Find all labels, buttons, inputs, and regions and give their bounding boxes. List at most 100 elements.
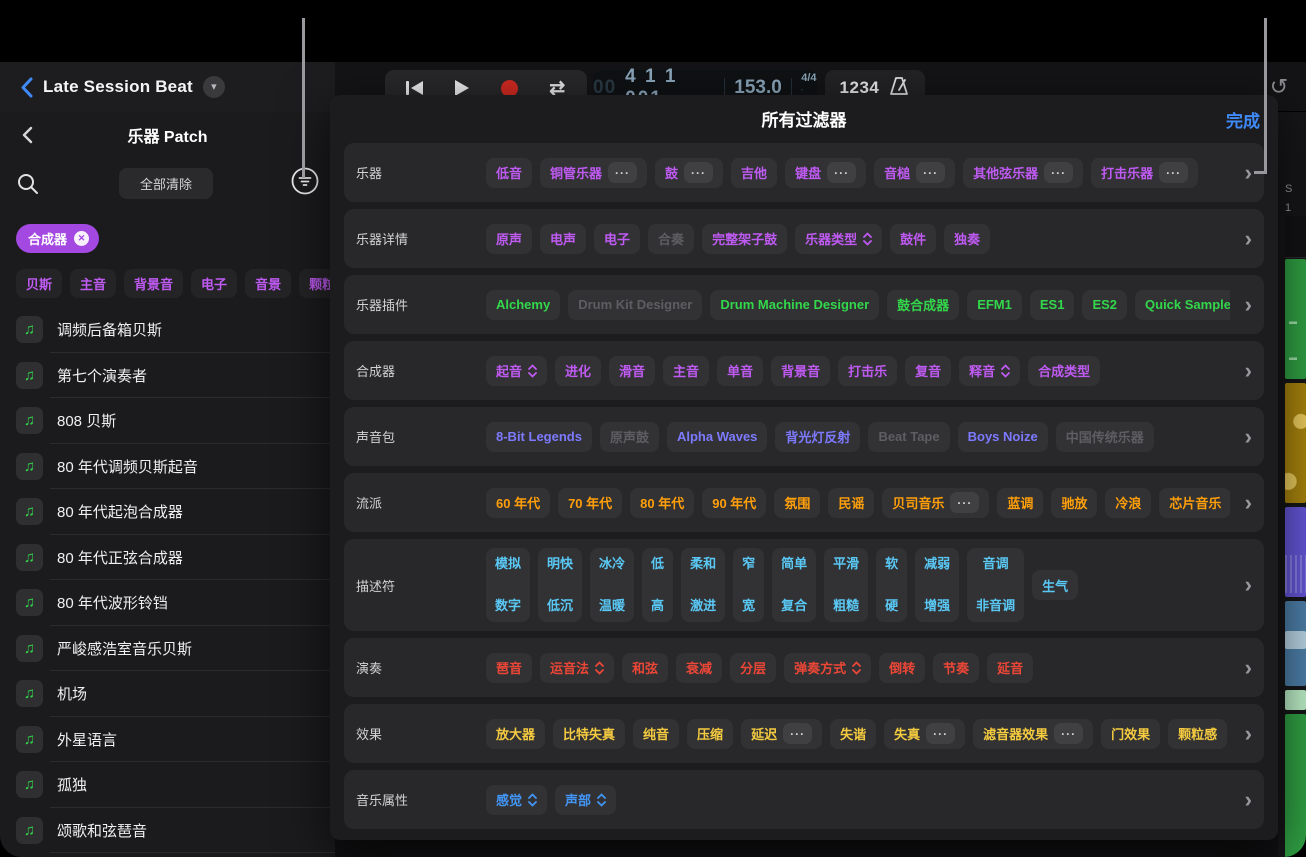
patch-list-item[interactable]: ♫调频后备箱贝斯 xyxy=(0,307,335,353)
filter-chip[interactable]: ES1 xyxy=(1030,290,1075,320)
filter-chip[interactable]: EFM1 xyxy=(967,290,1022,320)
filter-chip[interactable]: 8-Bit Legends xyxy=(486,422,592,452)
project-menu-button[interactable]: ▾ xyxy=(203,76,225,98)
filter-chip-pair[interactable]: 简单复合 xyxy=(772,548,816,622)
filter-chip[interactable]: Alchemy xyxy=(486,290,560,320)
filter-chip[interactable]: 分层 xyxy=(730,653,776,683)
filter-chip[interactable]: 完整架子鼓 xyxy=(702,224,787,254)
row-detail-chevron-icon[interactable]: › xyxy=(1245,426,1252,448)
filter-chip-pair[interactable]: 明快低沉 xyxy=(538,548,582,622)
more-options-icon[interactable]: ··· xyxy=(1054,723,1083,744)
filter-chip[interactable]: 延音 xyxy=(987,653,1033,683)
filter-chip[interactable]: 衰减 xyxy=(676,653,722,683)
filter-chip[interactable]: Alpha Waves xyxy=(667,422,767,452)
row-detail-chevron-icon[interactable]: › xyxy=(1245,492,1252,514)
sidebar-tag-chip[interactable]: 电子 xyxy=(191,269,237,298)
sidebar-tag-chip[interactable]: 贝斯 xyxy=(16,269,62,298)
filter-chip[interactable]: Beat Tape xyxy=(868,422,949,452)
more-options-icon[interactable]: ··· xyxy=(827,162,856,183)
filter-chip[interactable]: 冷浪 xyxy=(1105,488,1151,518)
filter-chip[interactable]: 失真··· xyxy=(884,719,965,749)
filter-chip[interactable]: 延迟··· xyxy=(741,719,822,749)
filter-chip[interactable]: 60 年代 xyxy=(486,488,550,518)
row-detail-chevron-icon[interactable]: › xyxy=(1245,574,1252,596)
more-options-icon[interactable]: ··· xyxy=(916,162,945,183)
filter-chip-option[interactable]: 窄 xyxy=(742,556,755,572)
active-filter-chip[interactable]: 合成器 ✕ xyxy=(16,224,99,253)
filter-chip-option[interactable]: 宽 xyxy=(742,598,755,614)
filter-chip[interactable]: 合成类型 xyxy=(1028,356,1100,386)
filter-chip[interactable]: 起音 xyxy=(486,356,547,386)
patch-list-item[interactable]: ♫80 年代调频贝斯起音 xyxy=(0,444,335,490)
patch-list-item[interactable]: ♫80 年代波形铃铛 xyxy=(0,580,335,626)
filter-chip[interactable]: 音槌··· xyxy=(874,158,955,188)
filter-chip-option[interactable]: 低沉 xyxy=(547,598,573,614)
filter-chip-option[interactable]: 温暖 xyxy=(599,598,625,614)
filter-chip[interactable]: 复音 xyxy=(905,356,951,386)
filter-chip-option[interactable]: 激进 xyxy=(690,598,716,614)
filter-chip-pair[interactable]: 柔和激进 xyxy=(681,548,725,622)
patch-list-item[interactable]: ♫第七个演奏者 xyxy=(0,353,335,399)
filter-chip-option[interactable]: 减弱 xyxy=(924,556,950,572)
patch-list-item[interactable]: ♫80 年代起泡合成器 xyxy=(0,489,335,535)
more-options-icon[interactable]: ··· xyxy=(1044,162,1073,183)
more-options-icon[interactable]: ··· xyxy=(1159,162,1188,183)
row-detail-chevron-icon[interactable]: › xyxy=(1245,789,1252,811)
filter-chip[interactable]: 中国传统乐器 xyxy=(1056,422,1154,452)
filter-chip-option[interactable]: 明快 xyxy=(547,556,573,572)
filter-chip[interactable]: 驰放 xyxy=(1051,488,1097,518)
filter-chip[interactable]: 门效果 xyxy=(1101,719,1160,749)
filter-chip-option[interactable]: 冰冷 xyxy=(599,556,625,572)
row-detail-chevron-icon[interactable]: › xyxy=(1245,360,1252,382)
filter-chip-pair[interactable]: 平滑粗糙 xyxy=(824,548,868,622)
filter-chip-option[interactable]: 硬 xyxy=(885,598,898,614)
filter-chip-option[interactable]: 增强 xyxy=(924,598,950,614)
filter-chip-pair[interactable]: 软硬 xyxy=(876,548,907,622)
filter-chip[interactable]: 电声 xyxy=(540,224,586,254)
filter-chip[interactable]: 压缩 xyxy=(687,719,733,749)
filter-chip[interactable]: 声部 xyxy=(555,785,616,815)
row-detail-chevron-icon[interactable]: › xyxy=(1245,294,1252,316)
filter-chip-option[interactable]: 柔和 xyxy=(690,556,716,572)
filter-chip-pair[interactable]: 模拟数字 xyxy=(486,548,530,622)
filter-chip-option[interactable]: 简单 xyxy=(781,556,807,572)
filter-chip[interactable]: 鼓件 xyxy=(890,224,936,254)
filter-chip[interactable]: 滤音器效果··· xyxy=(973,719,1093,749)
filter-chip[interactable]: 铜管乐器··· xyxy=(540,158,647,188)
filter-chip[interactable]: 进化 xyxy=(555,356,601,386)
filter-chip[interactable]: 氛围 xyxy=(774,488,820,518)
row-detail-chevron-icon[interactable]: › xyxy=(1245,723,1252,745)
browser-back-button[interactable] xyxy=(22,126,33,149)
clear-all-button[interactable]: 全部清除 xyxy=(119,168,213,199)
patch-list-item[interactable]: ♫严峻感浩室音乐贝斯 xyxy=(0,626,335,672)
patch-list-item[interactable]: ♫机场 xyxy=(0,671,335,717)
filter-chip[interactable]: 单音 xyxy=(717,356,763,386)
patch-list-item[interactable]: ♫孤独 xyxy=(0,762,335,808)
filter-chip[interactable]: 主音 xyxy=(663,356,709,386)
filter-chip[interactable]: ES2 xyxy=(1082,290,1127,320)
patch-list-item[interactable]: ♫外星语言 xyxy=(0,717,335,763)
filter-chip-option[interactable]: 音调 xyxy=(983,556,1009,572)
filter-chip[interactable]: 蓝调 xyxy=(997,488,1043,518)
remove-filter-icon[interactable]: ✕ xyxy=(74,231,89,246)
filter-chip[interactable]: 打击乐 xyxy=(838,356,897,386)
filter-chip-option[interactable]: 非音调 xyxy=(976,598,1015,614)
more-options-icon[interactable]: ··· xyxy=(684,162,713,183)
filter-chip[interactable]: 滑音 xyxy=(609,356,655,386)
more-options-icon[interactable]: ··· xyxy=(783,723,812,744)
filter-chip[interactable]: 比特失真 xyxy=(553,719,625,749)
filter-chip[interactable]: 纯音 xyxy=(633,719,679,749)
filter-chip-option[interactable]: 低 xyxy=(651,556,664,572)
filter-chip[interactable]: 芯片音乐 xyxy=(1159,488,1230,518)
filter-chip-option[interactable]: 模拟 xyxy=(495,556,521,572)
filter-chip[interactable]: 鼓合成器 xyxy=(887,290,959,320)
filter-chip[interactable]: 贝司音乐··· xyxy=(882,488,989,518)
filter-chip[interactable]: 打击乐器··· xyxy=(1091,158,1198,188)
filter-chip[interactable]: 放大器 xyxy=(486,719,545,749)
row-detail-chevron-icon[interactable]: › xyxy=(1245,162,1252,184)
filter-chip[interactable]: 70 年代 xyxy=(558,488,622,518)
filter-chip[interactable]: 吉他 xyxy=(731,158,777,188)
filter-chip[interactable]: 民谣 xyxy=(828,488,874,518)
filter-chip[interactable]: 生气 xyxy=(1032,570,1078,600)
filter-chip[interactable]: 乐器类型 xyxy=(795,224,882,254)
